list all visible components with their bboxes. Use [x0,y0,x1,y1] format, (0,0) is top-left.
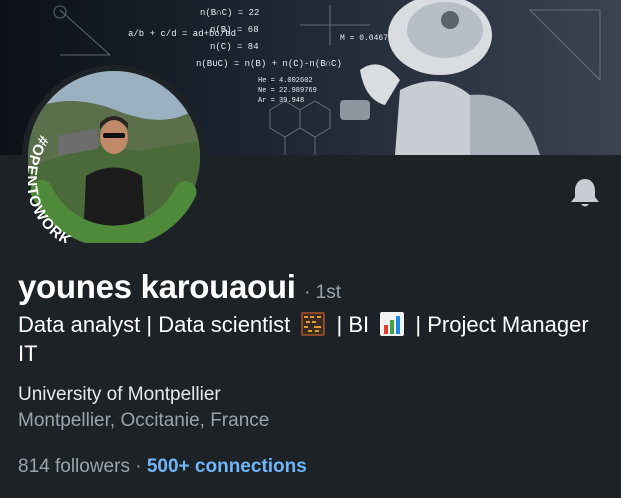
banner-formula: n(C) = 84 [210,42,259,52]
banner-formula: a/b + c/d = ad+bc/bd [128,29,236,39]
profile-school[interactable]: University of Montpellier [18,384,221,406]
stats-separator: · [135,456,142,477]
name-row: younes karouaoui · 1st [18,268,341,306]
banner-formula: n(B∪C) = n(B) + n(C)-n(B∩C) [196,59,342,69]
notification-bell-button[interactable] [567,176,603,210]
profile-stats: 814 followers · 500+ connections [18,456,307,478]
robot-illustration [340,0,540,155]
abacus-icon [300,311,326,337]
banner-formula: He = 4.002602 [258,77,313,85]
bell-icon [571,179,599,207]
connection-degree: · 1st [304,282,342,303]
banner-formula: Ar = 39.948 [258,97,304,105]
open-to-work-badge: #OPENTOWORK [28,132,197,243]
headline-part: | BI [336,312,370,337]
connections-link[interactable]: 500+ connections [147,456,307,477]
profile-location: Montpellier, Occitanie, France [18,410,270,431]
followers-count[interactable]: 814 followers [18,456,130,477]
banner-formula: M = 0.0467 [340,34,388,43]
bar-chart-icon [379,311,405,337]
profile-name: younes karouaoui [18,268,296,305]
headline-part: Data analyst | Data scientist [18,312,291,337]
banner-formula: n(B∩C) = 22 [200,8,259,18]
profile-headline: Data analyst | Data scientist | BI | Pro… [18,310,608,368]
banner-formula: Ne = 22.989769 [258,87,317,95]
